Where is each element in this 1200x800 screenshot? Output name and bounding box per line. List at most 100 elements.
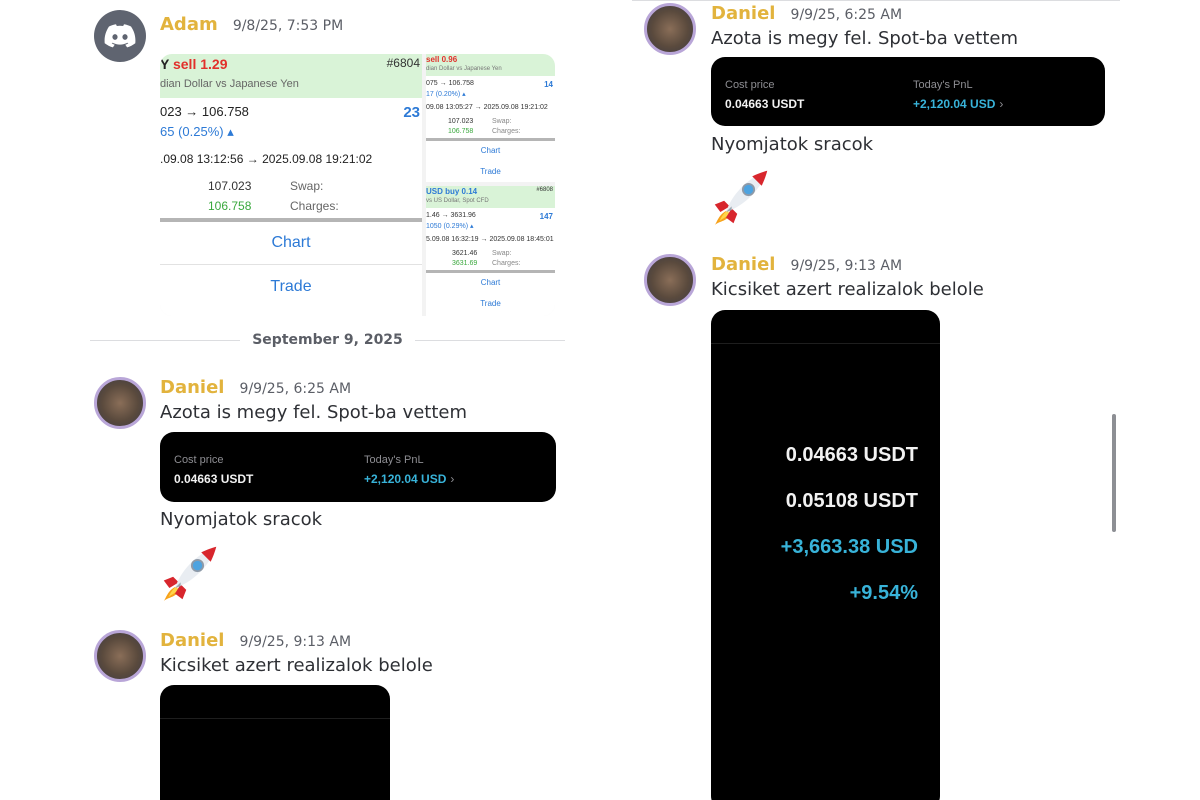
trade-close-price: 3631.69 xyxy=(452,260,478,267)
image-attachment[interactable]: 0.04663 USDT 0.05108 USDT +3,663.38 USD … xyxy=(711,310,940,800)
username[interactable]: Daniel xyxy=(160,630,224,651)
discord-logo-icon xyxy=(104,24,136,48)
chart-button: Chart xyxy=(480,278,501,287)
divider xyxy=(426,270,555,273)
divider xyxy=(160,264,422,265)
trade-open-price: 107.023 xyxy=(208,179,252,193)
trade-instrument: dian Dollar vs Japanese Yen xyxy=(426,66,502,72)
trade-close-price: 106.758 xyxy=(208,199,252,213)
trade-header: USD buy 0.14 #6808 vs US Dollar, Spot CF… xyxy=(426,186,555,208)
trade-swap-label: Swap: xyxy=(290,179,324,193)
avatar[interactable] xyxy=(94,377,146,429)
trade-price-change: 1.46 → 3631.96 xyxy=(426,212,476,219)
current-price-value: 0.05108 USDT xyxy=(785,490,918,512)
image-topbar xyxy=(711,310,940,344)
trade-price-change: 075 → 106.758 xyxy=(426,80,474,87)
pnl-label: Today's PnL xyxy=(364,454,424,466)
pnl-value: +3,663.38 USD xyxy=(780,536,918,558)
timestamp: 9/9/25, 9:13 AM xyxy=(239,634,352,650)
divider xyxy=(632,0,1120,1)
trade-profit: 147 xyxy=(539,212,553,221)
username[interactable]: Daniel xyxy=(711,3,775,24)
rocket-emoji xyxy=(711,167,771,227)
trade-button: Trade xyxy=(480,167,501,176)
message-text: Azota is megy fel. Spot-ba vettem xyxy=(160,402,467,423)
message-header: Daniel 9/9/25, 6:25 AM xyxy=(711,3,902,24)
image-attachment[interactable] xyxy=(160,685,390,800)
message-text: Azota is megy fel. Spot-ba vettem xyxy=(711,28,1018,49)
cost-price-value: 0.04663 USDT xyxy=(725,97,805,111)
cost-price-value: 0.04663 USDT xyxy=(174,472,254,486)
right-chat-panel: Daniel 9/9/25, 6:25 AM Azota is megy fel… xyxy=(632,0,1120,800)
timestamp: 9/8/25, 7:53 PM xyxy=(232,18,344,34)
timestamp: 9/9/25, 6:25 AM xyxy=(790,7,903,23)
pnl-value: +2,120.04 USD › xyxy=(913,97,1004,111)
avatar[interactable] xyxy=(644,3,696,55)
avatar[interactable] xyxy=(644,254,696,306)
scrollbar[interactable] xyxy=(1112,414,1116,532)
trade-charges-label: Charges: xyxy=(492,128,521,135)
divider xyxy=(160,218,422,222)
trade-side: sell 0.96 xyxy=(426,55,458,64)
cost-price-value: 0.04663 USDT xyxy=(785,444,918,466)
message-text: Nyomjatok sracok xyxy=(711,134,874,155)
pnl-percent: +9.54% xyxy=(849,582,918,604)
trade-dates: 09.08 13:05:27 → 2025.09.08 19:21:02 xyxy=(426,104,548,111)
message-text: Kicsiket azert realizalok belole xyxy=(711,279,984,300)
message-header: Daniel 9/9/25, 9:13 AM xyxy=(711,254,902,275)
pnl-card-attachment[interactable]: Cost price 0.04663 USDT Today's PnL +2,1… xyxy=(711,57,1105,126)
trade-percent: 17 (0.20%) ▴ xyxy=(426,91,466,98)
trade-profit: 14 xyxy=(544,80,553,89)
date-divider-label: September 9, 2025 xyxy=(252,332,403,348)
trade-close-price: 106.758 xyxy=(448,128,474,135)
trade-percent: 65 (0.25%) ▴ xyxy=(160,124,234,139)
username[interactable]: Daniel xyxy=(160,377,224,398)
divider-line xyxy=(414,339,565,341)
chevron-right-icon: › xyxy=(450,472,455,486)
left-chat-panel: Adam 9/8/25, 7:53 PM Y sell 1.29 #6804 d… xyxy=(90,0,565,800)
rocket-emoji xyxy=(160,543,220,603)
pnl-value: +2,120.04 USD › xyxy=(364,472,455,486)
trade-swap-label: Swap: xyxy=(492,250,512,257)
username[interactable]: Daniel xyxy=(711,254,775,275)
username[interactable]: Adam xyxy=(160,14,218,35)
pnl-card-attachment[interactable]: Cost price 0.04663 USDT Today's PnL +2,1… xyxy=(160,432,556,502)
trade-button: Trade xyxy=(270,278,312,295)
trade-card-main: Y sell 1.29 #6804 dian Dollar vs Japanes… xyxy=(160,54,422,316)
trade-charges-label: Charges: xyxy=(492,260,521,267)
trade-screenshot-attachment[interactable]: Y sell 1.29 #6804 dian Dollar vs Japanes… xyxy=(160,54,555,316)
trade-charges-label: Charges: xyxy=(290,199,339,213)
trade-price-change: 023 → 106.758 xyxy=(160,104,249,119)
trade-button: Trade xyxy=(480,299,501,308)
timestamp: 9/9/25, 9:13 AM xyxy=(790,258,903,274)
trade-card-small: sell 0.96 dian Dollar vs Japanese Yen 07… xyxy=(426,54,555,182)
cost-price-label: Cost price xyxy=(725,79,775,91)
trade-card-small: USD buy 0.14 #6808 vs US Dollar, Spot CF… xyxy=(426,186,555,316)
trade-instrument: vs US Dollar, Spot CFD xyxy=(426,198,489,204)
timestamp: 9/9/25, 6:25 AM xyxy=(239,381,352,397)
trade-header: sell 0.96 dian Dollar vs Japanese Yen xyxy=(426,54,555,76)
trade-dates: .09.08 13:12:56 → 2025.09.08 19:21:02 xyxy=(160,152,373,166)
trade-open-price: 3621.46 xyxy=(452,250,478,257)
message-text: Kicsiket azert realizalok belole xyxy=(160,655,433,676)
cost-price-label: Cost price xyxy=(174,454,224,466)
trade-side: USD buy 0.14 xyxy=(426,187,478,196)
message-text: Nyomjatok sracok xyxy=(160,509,323,530)
avatar[interactable] xyxy=(94,10,146,62)
divider-line xyxy=(90,339,241,341)
divider xyxy=(426,138,555,141)
avatar[interactable] xyxy=(94,630,146,682)
trade-profit: 23 xyxy=(403,104,420,121)
message-header: Adam 9/8/25, 7:53 PM xyxy=(160,14,343,35)
trade-ticket: #6808 xyxy=(536,187,553,193)
pnl-label: Today's PnL xyxy=(913,79,973,91)
trade-side: Y sell 1.29 xyxy=(160,56,228,72)
chart-button: Chart xyxy=(480,146,501,155)
trade-swap-label: Swap: xyxy=(492,118,512,125)
trade-open-price: 107.023 xyxy=(448,118,474,125)
message-header: Daniel 9/9/25, 9:13 AM xyxy=(160,630,351,651)
trade-percent: 1050 (0.29%) ▴ xyxy=(426,223,474,230)
trade-ticket: #6804 xyxy=(386,56,420,70)
chart-button: Chart xyxy=(271,234,311,251)
chevron-right-icon: › xyxy=(999,97,1004,111)
